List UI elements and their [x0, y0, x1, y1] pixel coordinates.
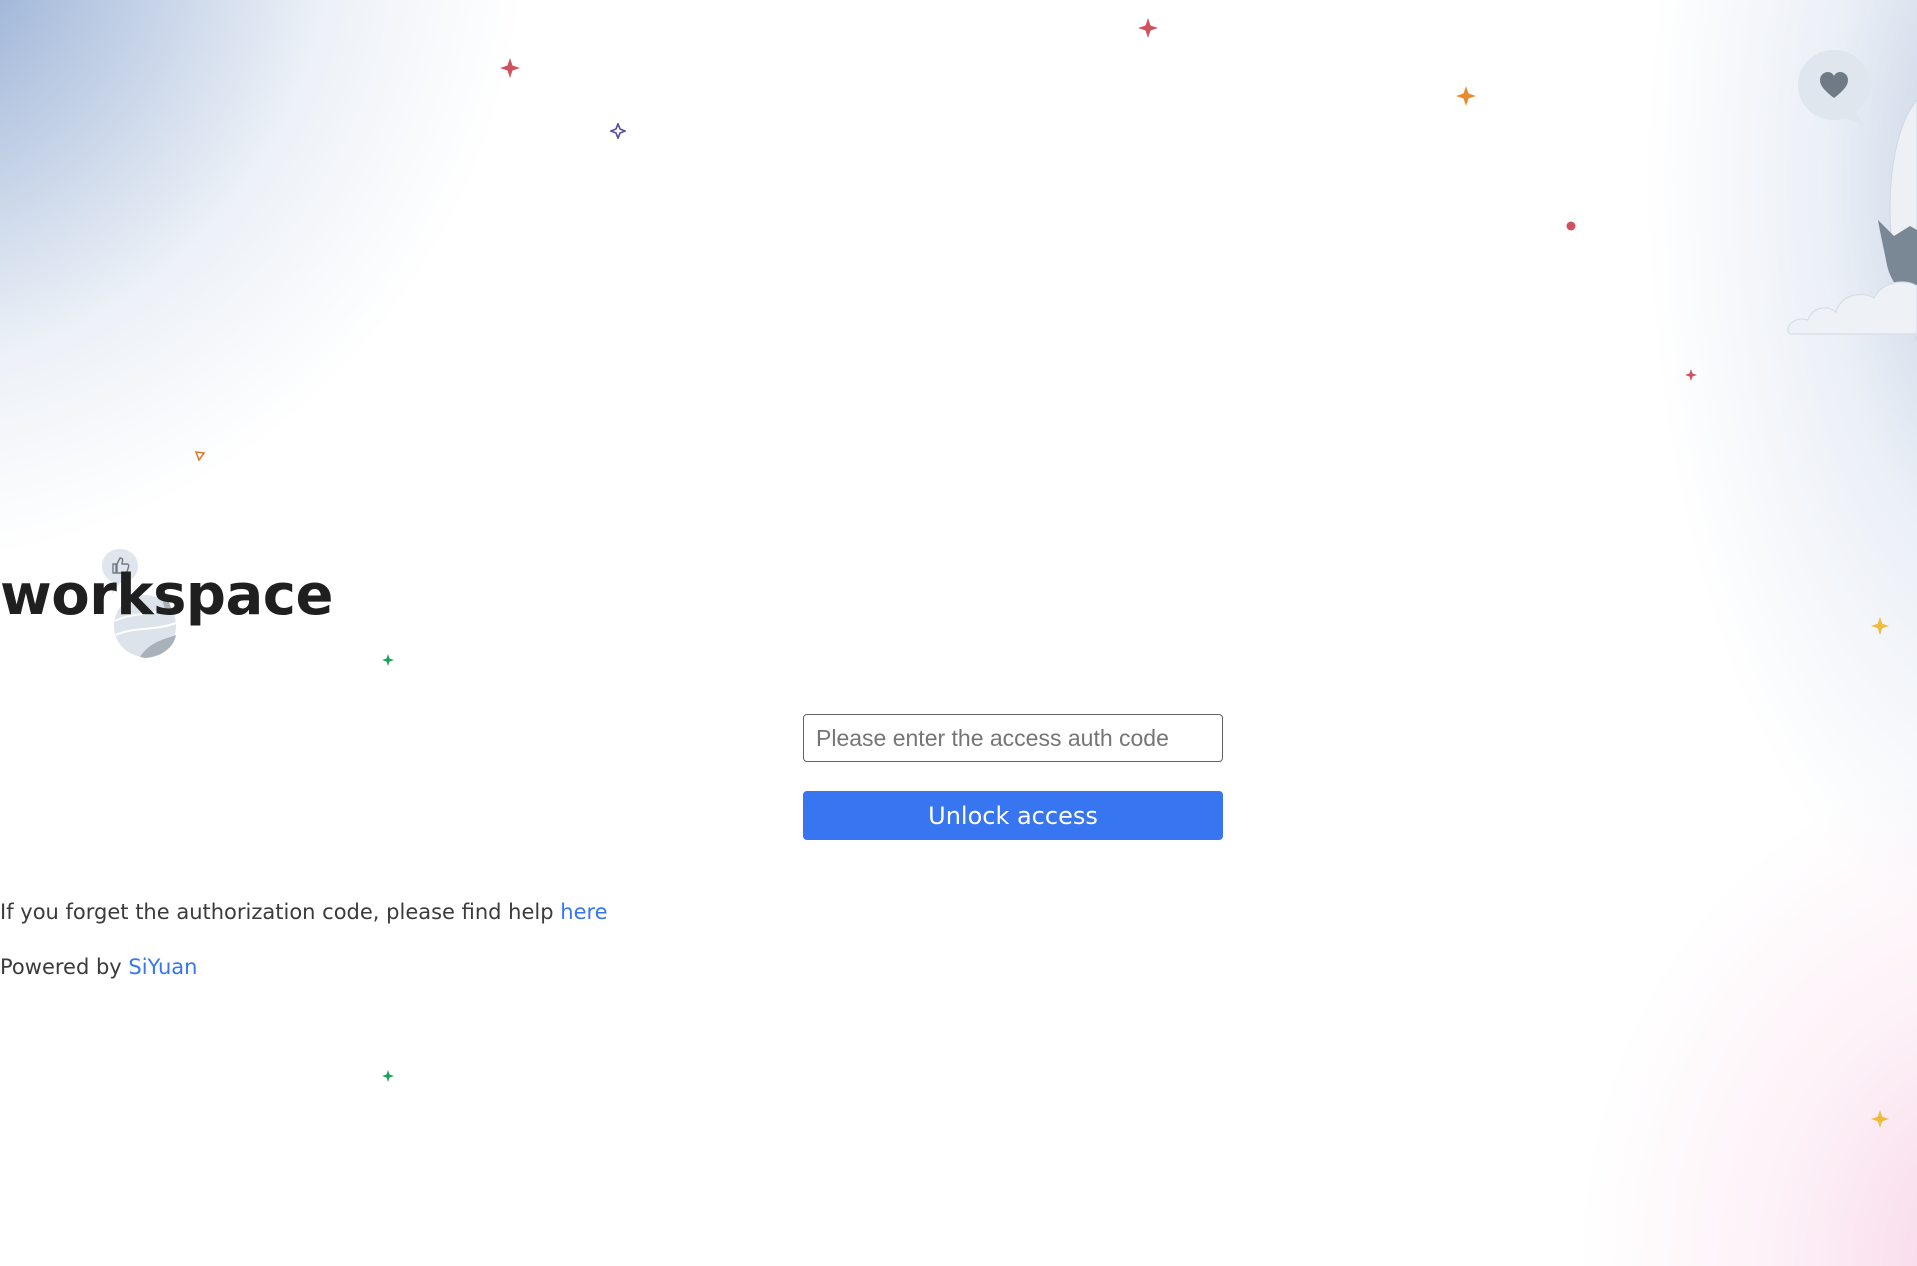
auth-code-input[interactable]	[803, 714, 1223, 762]
help-link[interactable]: here	[560, 900, 607, 924]
unlock-access-button[interactable]: Unlock access	[803, 791, 1223, 840]
cloud-icon	[1787, 281, 1917, 335]
triangle-icon	[195, 451, 205, 461]
sparkle-icon	[1685, 369, 1697, 381]
sparkle-icon	[610, 123, 626, 139]
sparkle-icon	[382, 654, 394, 666]
powered-by-text: Powered by	[0, 955, 129, 979]
sparkle-icon	[1871, 1110, 1889, 1128]
sparkle-icon	[1138, 18, 1158, 38]
page-title: workspace	[0, 563, 333, 628]
help-text: If you forget the authorization code, pl…	[0, 900, 561, 924]
sparkle-icon	[382, 1070, 394, 1082]
dot-icon	[1566, 221, 1576, 231]
sparkle-icon	[500, 58, 520, 78]
help-text-line: If you forget the authorization code, pl…	[0, 892, 1917, 932]
sparkle-icon	[1456, 86, 1476, 106]
siyuan-link[interactable]: SiYuan	[128, 955, 197, 979]
powered-by-line: Powered by SiYuan	[0, 947, 1917, 987]
